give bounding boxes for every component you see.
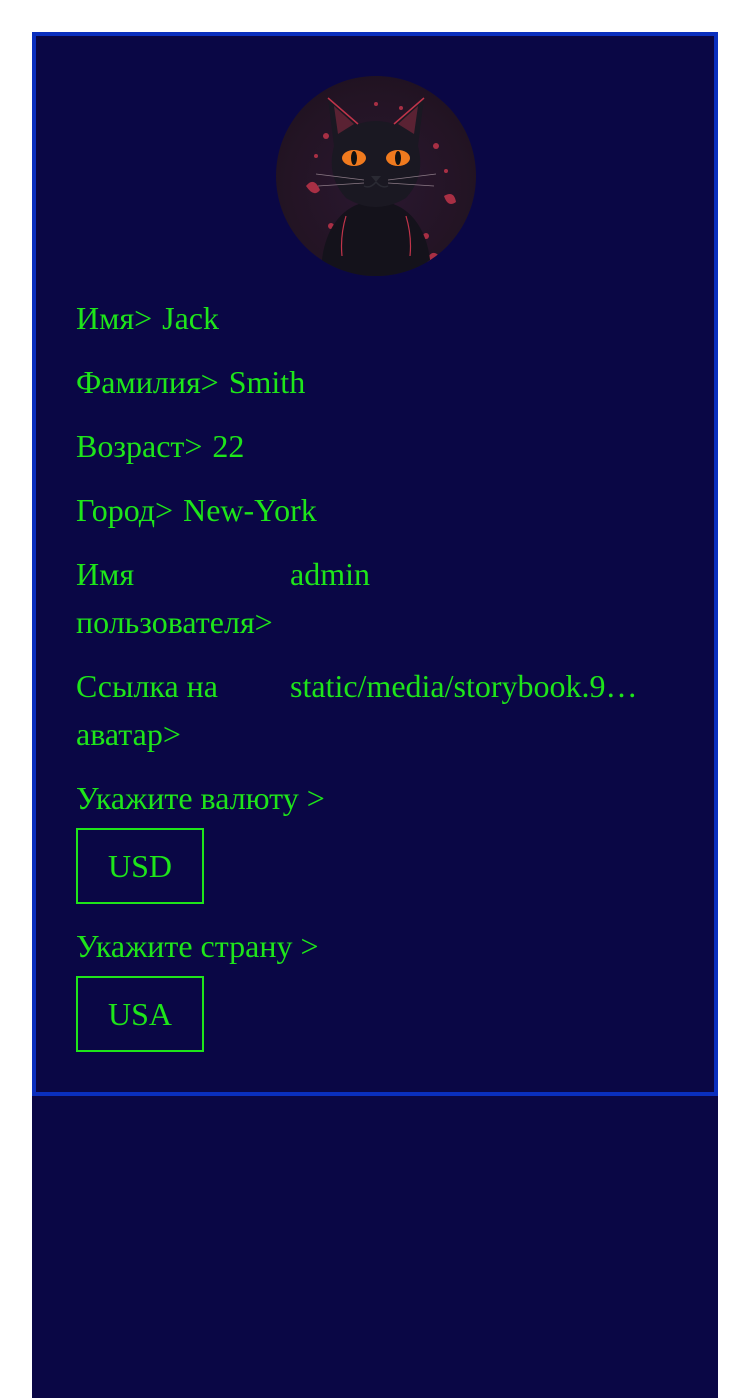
avatar <box>276 76 476 276</box>
field-value: static/media/storybook.9… <box>290 668 638 704</box>
profile-card: Имя> Jack Фамилия> Smith Возраст> 22 Город>… <box>32 32 718 1096</box>
field-value: admin <box>290 556 370 592</box>
field-city: Город> New-York <box>76 486 676 534</box>
country-label: Укажите страну > <box>76 928 319 964</box>
field-label: Имя> <box>76 300 153 336</box>
field-username: Имя пользователя> admin <box>76 550 676 646</box>
field-label: Фамилия> <box>76 364 219 400</box>
field-age: Возраст> 22 <box>76 422 676 470</box>
currency-label: Укажите валюту > <box>76 780 325 816</box>
field-value: Smith <box>228 364 306 400</box>
field-first-name: Имя> Jack <box>76 294 676 342</box>
cat-avatar-image <box>306 97 456 276</box>
field-avatar-link: Ссылка на аватар> static/media/storybook… <box>76 662 676 758</box>
field-label: Ссылка на аватар> <box>76 668 218 752</box>
field-value: Jack <box>162 300 219 336</box>
currency-select[interactable]: USD <box>76 828 204 904</box>
field-value: 22 <box>212 428 245 464</box>
field-label: Город> <box>76 492 174 528</box>
field-label: Имя пользователя> <box>76 556 273 640</box>
field-last-name: Фамилия> Smith <box>76 358 676 406</box>
field-value: New-York <box>183 492 317 528</box>
field-label: Возраст> <box>76 428 203 464</box>
country-select[interactable]: USA <box>76 976 204 1052</box>
